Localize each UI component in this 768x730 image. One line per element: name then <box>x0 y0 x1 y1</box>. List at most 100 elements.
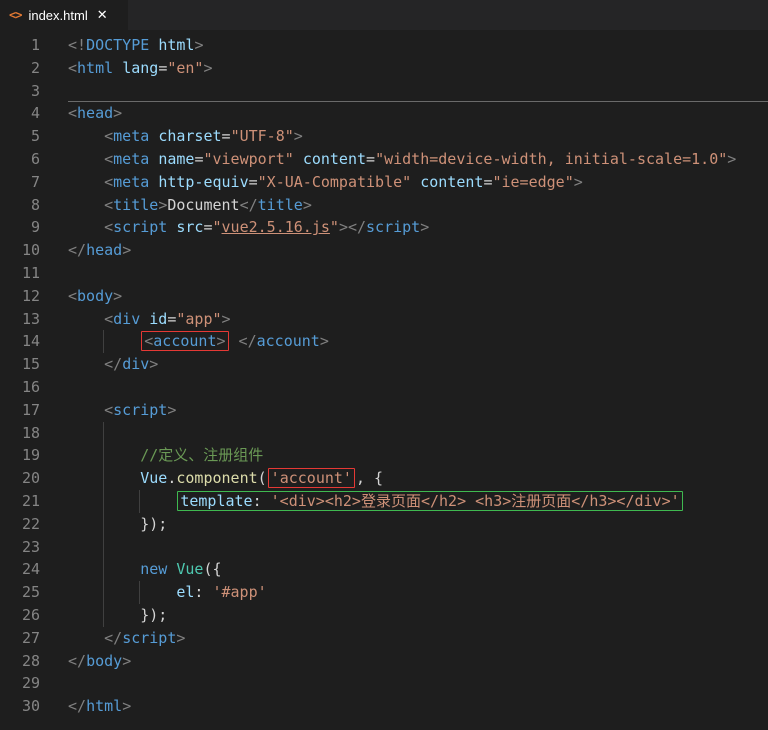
line-number[interactable]: 20 <box>0 467 40 490</box>
code-token: < <box>104 309 114 328</box>
line-number[interactable]: 19 <box>0 444 40 467</box>
code-line[interactable]: 28 </body> <box>0 650 768 673</box>
code-line[interactable]: 16 <box>0 376 768 399</box>
code-line[interactable]: 24 new Vue({ <box>0 558 768 582</box>
code-line[interactable]: 8 <title>Document</title> <box>0 194 768 217</box>
code-token: "ie=edge" <box>492 172 574 191</box>
code-token: "UTF-8" <box>230 127 294 146</box>
code-token: < <box>144 332 154 351</box>
code-token: }); <box>140 605 168 624</box>
code-line[interactable]: 19 //定义、注册组件 <box>0 444 768 468</box>
code-line[interactable]: 27 </script> <box>0 627 768 650</box>
code-token: div <box>122 355 150 374</box>
line-number[interactable]: 6 <box>0 148 40 171</box>
code-line[interactable]: 23 <box>0 535 768 559</box>
line-number[interactable]: 16 <box>0 376 40 399</box>
line-number[interactable]: 13 <box>0 308 40 331</box>
line-number[interactable]: 1 <box>0 34 40 57</box>
code-content: }); <box>68 512 768 536</box>
code-token: < <box>104 149 114 168</box>
code-line[interactable]: 9 <script src="vue2.5.16.js"></script> <box>0 216 768 239</box>
code-token: = <box>203 218 213 237</box>
code-token: > <box>158 195 168 214</box>
line-number[interactable]: 9 <box>0 216 40 239</box>
code-token: < <box>104 400 114 419</box>
line-number[interactable]: 23 <box>0 536 40 559</box>
indent-spaces <box>104 560 140 578</box>
code-content: <meta charset="UTF-8"> <box>68 125 768 148</box>
code-token: < <box>68 286 78 305</box>
code-line[interactable]: 4 <head> <box>0 102 768 125</box>
code-content: </html> <box>68 695 768 718</box>
code-line[interactable]: 11 <box>0 262 768 285</box>
line-number[interactable]: 8 <box>0 194 40 217</box>
indent-spaces <box>68 355 104 373</box>
code-token: '<div><h2>登录页面</h2> <h3>注册页面</h3></div>' <box>270 491 680 510</box>
code-line[interactable]: 3 <box>0 80 768 103</box>
code-line[interactable]: 7 <meta http-equiv="X-UA-Compatible" con… <box>0 171 768 194</box>
code-token: </ <box>347 218 367 237</box>
line-number[interactable]: 25 <box>0 581 40 604</box>
line-number[interactable]: 5 <box>0 125 40 148</box>
code-line[interactable]: 26 }); <box>0 603 768 627</box>
code-token: > <box>293 127 303 146</box>
code-token: > <box>203 58 213 77</box>
code-line[interactable]: 18 <box>0 421 768 445</box>
line-number[interactable]: 12 <box>0 285 40 308</box>
line-number[interactable]: 27 <box>0 627 40 650</box>
line-number[interactable]: 24 <box>0 558 40 581</box>
code-line[interactable]: 17 <script> <box>0 399 768 422</box>
line-number[interactable]: 3 <box>0 80 40 103</box>
code-token: < <box>104 127 114 146</box>
code-content: </script> <box>68 627 768 650</box>
code-token: > <box>122 241 132 260</box>
code-line[interactable]: 22 }); <box>0 512 768 536</box>
code-line[interactable]: 12 <body> <box>0 285 768 308</box>
code-line[interactable]: 29 <box>0 672 768 695</box>
line-number[interactable]: 14 <box>0 330 40 353</box>
code-token: head <box>86 241 123 260</box>
line-number[interactable]: 7 <box>0 171 40 194</box>
code-token: > <box>113 286 123 305</box>
code-content: </head> <box>68 239 768 262</box>
code-token: body <box>77 286 114 305</box>
code-line[interactable]: 15 </div> <box>0 353 768 376</box>
code-token: ( <box>257 469 267 488</box>
code-token: charset <box>158 127 222 146</box>
line-number[interactable]: 22 <box>0 513 40 536</box>
code-token: DOCTYPE <box>86 36 150 54</box>
code-line[interactable]: 14 <account> </account> <box>0 330 768 354</box>
line-number[interactable]: 30 <box>0 695 40 718</box>
line-number[interactable]: 15 <box>0 353 40 376</box>
code-token: > <box>420 218 430 237</box>
line-number[interactable]: 21 <box>0 490 40 513</box>
line-number[interactable]: 18 <box>0 422 40 445</box>
line-number[interactable]: 2 <box>0 57 40 80</box>
code-line[interactable]: 20 Vue.component('account', { <box>0 467 768 490</box>
code-line[interactable]: 1 <!DOCTYPE html> <box>0 34 768 57</box>
code-line[interactable]: 13 <div id="app"> <box>0 308 768 331</box>
code-line[interactable]: 2 <html lang="en"> <box>0 57 768 80</box>
line-number[interactable]: 10 <box>0 239 40 262</box>
line-number[interactable]: 28 <box>0 650 40 673</box>
line-number[interactable]: 29 <box>0 672 40 695</box>
code-line[interactable]: 5 <meta charset="UTF-8"> <box>0 125 768 148</box>
indent-spaces <box>140 492 176 510</box>
code-token: script <box>122 628 177 647</box>
line-number[interactable]: 11 <box>0 262 40 285</box>
editor[interactable]: 1 <!DOCTYPE html> 2 <html lang="en"> 3 4 <head… <box>0 30 768 730</box>
code-line[interactable]: 25 el: '#app' <box>0 581 768 604</box>
line-number[interactable]: 26 <box>0 604 40 627</box>
line-number[interactable]: 17 <box>0 399 40 422</box>
code-line[interactable]: 21 template: '<div><h2>登录页面</h2> <h3>注册页… <box>0 489 768 513</box>
tab-index-html[interactable]: <> index.html ✕ <box>0 0 128 30</box>
code-token: , { <box>355 469 384 488</box>
line-number[interactable]: 4 <box>0 102 40 125</box>
tab-close-icon[interactable]: ✕ <box>97 7 108 23</box>
code-line[interactable]: 30 </html> <box>0 695 768 718</box>
code-line[interactable]: 10 </head> <box>0 239 768 262</box>
indent-spaces <box>68 150 104 168</box>
code-line[interactable]: 6 <meta name="viewport" content="width=d… <box>0 148 768 171</box>
indent-spaces <box>68 196 104 214</box>
